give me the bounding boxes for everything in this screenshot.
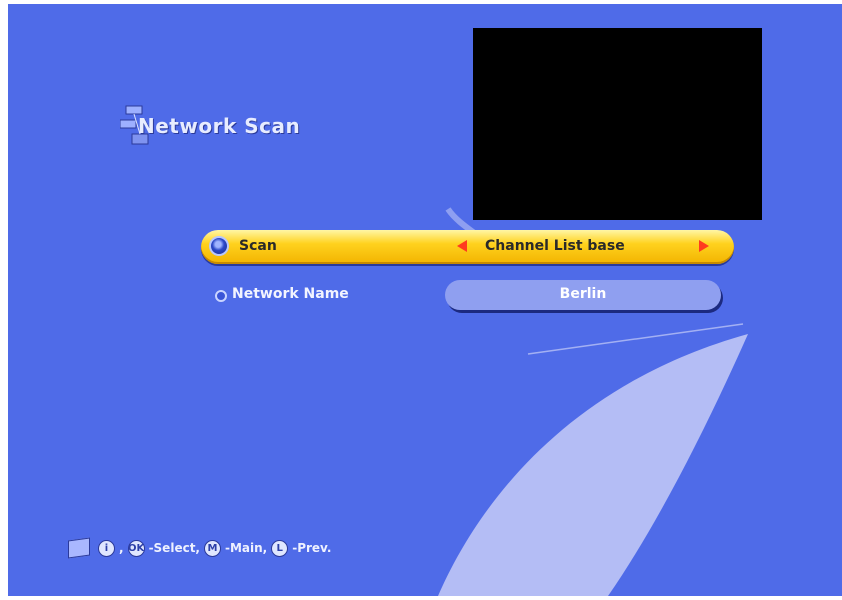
arrow-right-icon[interactable]: [699, 240, 709, 252]
list-key-icon: L: [271, 539, 289, 557]
page-title: Network Scan: [138, 114, 301, 138]
info-key-icon: i: [98, 539, 115, 557]
help-bar: i , OK -Select, M -Main, L -Prev.: [68, 537, 332, 559]
scan-label: Scan: [239, 238, 277, 254]
arrow-left-icon[interactable]: [457, 240, 467, 252]
tv-screen: Network Scan Scan Channel List base Netw…: [8, 4, 842, 596]
radio-icon: [215, 290, 227, 302]
scan-value: Channel List base: [485, 238, 625, 254]
help-separator: ,: [119, 541, 124, 555]
help-select-text: -Select,: [148, 541, 200, 555]
help-main-text: -Main,: [224, 541, 268, 555]
selected-radio-icon: [209, 236, 229, 256]
network-name-value: Berlin: [559, 286, 607, 302]
help-prev-text: -Prev.: [292, 541, 332, 555]
manual-book-icon: [68, 537, 90, 559]
network-name-field[interactable]: Berlin: [445, 280, 721, 310]
video-preview-window: [473, 28, 762, 220]
scan-option-row[interactable]: Scan Channel List base: [201, 230, 734, 264]
ok-key-icon: OK: [127, 539, 145, 557]
network-name-label: Network Name: [232, 286, 349, 302]
menu-key-icon: M: [203, 539, 221, 557]
